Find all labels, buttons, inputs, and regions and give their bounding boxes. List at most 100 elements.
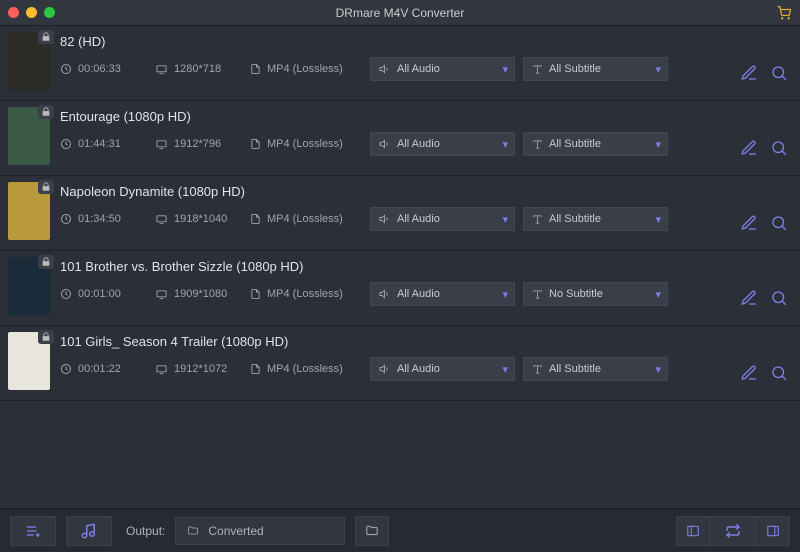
text-icon bbox=[532, 214, 543, 225]
format-value: MP4 (Lossless) bbox=[267, 213, 343, 225]
chevron-down-icon: ▾ bbox=[655, 138, 661, 151]
thumbnail[interactable] bbox=[8, 257, 50, 315]
speaker-icon bbox=[379, 213, 391, 225]
monitor-icon bbox=[155, 214, 168, 225]
lock-icon bbox=[38, 255, 54, 269]
resolution-value: 1918*1040 bbox=[174, 213, 227, 225]
monitor-icon bbox=[155, 364, 168, 375]
clock-icon bbox=[60, 288, 72, 300]
file-icon bbox=[250, 363, 261, 375]
browse-output-button[interactable] bbox=[355, 516, 389, 546]
audio-value: All Audio bbox=[397, 363, 440, 375]
thumbnail[interactable] bbox=[8, 182, 50, 240]
clock-icon bbox=[60, 138, 72, 150]
text-icon bbox=[532, 364, 543, 375]
resolution-value: 1909*1080 bbox=[174, 288, 227, 300]
app-title: DRmare M4V Converter bbox=[0, 6, 800, 20]
clock-icon bbox=[60, 213, 72, 225]
edit-button[interactable] bbox=[740, 214, 758, 232]
text-icon bbox=[532, 289, 543, 300]
edit-button[interactable] bbox=[740, 139, 758, 157]
format-value: MP4 (Lossless) bbox=[267, 288, 343, 300]
chevron-down-icon: ▾ bbox=[502, 213, 508, 226]
subtitle-select[interactable]: All Subtitle ▾ bbox=[523, 357, 668, 381]
search-button[interactable] bbox=[770, 289, 788, 307]
format-value: MP4 (Lossless) bbox=[267, 63, 343, 75]
chevron-down-icon: ▾ bbox=[655, 288, 661, 301]
monitor-icon bbox=[155, 64, 168, 75]
video-title: Entourage (1080p HD) bbox=[60, 109, 730, 124]
speaker-icon bbox=[379, 138, 391, 150]
close-window-button[interactable] bbox=[8, 7, 19, 18]
thumbnail[interactable] bbox=[8, 332, 50, 390]
duration-value: 01:34:50 bbox=[78, 213, 121, 225]
chevron-down-icon: ▾ bbox=[655, 363, 661, 376]
audio-select[interactable]: All Audio ▾ bbox=[370, 57, 515, 81]
maximize-window-button[interactable] bbox=[44, 7, 55, 18]
text-icon bbox=[532, 64, 543, 75]
audio-select[interactable]: All Audio ▾ bbox=[370, 282, 515, 306]
resolution-value: 1912*796 bbox=[174, 138, 221, 150]
file-icon bbox=[250, 63, 261, 75]
audio-select[interactable]: All Audio ▾ bbox=[370, 132, 515, 156]
subtitle-select[interactable]: All Subtitle ▾ bbox=[523, 207, 668, 231]
audio-select[interactable]: All Audio ▾ bbox=[370, 357, 515, 381]
video-title: 101 Brother vs. Brother Sizzle (1080p HD… bbox=[60, 259, 730, 274]
video-row: 101 Girls_ Season 4 Trailer (1080p HD) 0… bbox=[0, 326, 800, 401]
search-button[interactable] bbox=[770, 64, 788, 82]
lock-icon bbox=[38, 30, 54, 44]
minimize-window-button[interactable] bbox=[26, 7, 37, 18]
cart-icon[interactable] bbox=[776, 6, 792, 20]
footer-bar: Output: Converted bbox=[0, 508, 800, 552]
video-list: 82 (HD) 00:06:33 1280*718 MP4 (Lossless)… bbox=[0, 26, 800, 508]
output-path-field[interactable]: Converted bbox=[175, 517, 345, 545]
search-button[interactable] bbox=[770, 139, 788, 157]
monitor-icon bbox=[155, 289, 168, 300]
edit-button[interactable] bbox=[740, 64, 758, 82]
speaker-icon bbox=[379, 288, 391, 300]
convert-button[interactable] bbox=[710, 516, 756, 546]
chevron-down-icon: ▾ bbox=[502, 138, 508, 151]
right-panel-button[interactable] bbox=[756, 516, 790, 546]
video-row: 82 (HD) 00:06:33 1280*718 MP4 (Lossless)… bbox=[0, 26, 800, 101]
search-button[interactable] bbox=[770, 364, 788, 382]
subtitle-select[interactable]: All Subtitle ▾ bbox=[523, 132, 668, 156]
monitor-icon bbox=[155, 139, 168, 150]
speaker-icon bbox=[379, 63, 391, 75]
output-label: Output: bbox=[126, 524, 165, 538]
output-path-value: Converted bbox=[208, 524, 263, 538]
audio-select[interactable]: All Audio ▾ bbox=[370, 207, 515, 231]
left-panel-button[interactable] bbox=[676, 516, 710, 546]
clock-icon bbox=[60, 63, 72, 75]
subtitle-select[interactable]: No Subtitle ▾ bbox=[523, 282, 668, 306]
clock-icon bbox=[60, 363, 72, 375]
add-list-button[interactable] bbox=[10, 516, 56, 546]
resolution-value: 1280*718 bbox=[174, 63, 221, 75]
file-icon bbox=[250, 213, 261, 225]
search-button[interactable] bbox=[770, 214, 788, 232]
subtitle-value: All Subtitle bbox=[549, 63, 601, 75]
window-controls bbox=[8, 7, 55, 18]
edit-button[interactable] bbox=[740, 364, 758, 382]
video-title: 82 (HD) bbox=[60, 34, 730, 49]
video-title: Napoleon Dynamite (1080p HD) bbox=[60, 184, 730, 199]
video-row: Napoleon Dynamite (1080p HD) 01:34:50 19… bbox=[0, 176, 800, 251]
chevron-down-icon: ▾ bbox=[502, 288, 508, 301]
video-title: 101 Girls_ Season 4 Trailer (1080p HD) bbox=[60, 334, 730, 349]
audio-value: All Audio bbox=[397, 63, 440, 75]
duration-value: 01:44:31 bbox=[78, 138, 121, 150]
audio-value: All Audio bbox=[397, 213, 440, 225]
resolution-value: 1912*1072 bbox=[174, 363, 227, 375]
thumbnail[interactable] bbox=[8, 32, 50, 90]
speaker-icon bbox=[379, 363, 391, 375]
chevron-down-icon: ▾ bbox=[655, 213, 661, 226]
format-value: MP4 (Lossless) bbox=[267, 363, 343, 375]
chevron-down-icon: ▾ bbox=[502, 63, 508, 76]
thumbnail[interactable] bbox=[8, 107, 50, 165]
subtitle-value: No Subtitle bbox=[549, 288, 603, 300]
edit-button[interactable] bbox=[740, 289, 758, 307]
subtitle-value: All Subtitle bbox=[549, 138, 601, 150]
subtitle-select[interactable]: All Subtitle ▾ bbox=[523, 57, 668, 81]
add-music-button[interactable] bbox=[66, 516, 112, 546]
subtitle-value: All Subtitle bbox=[549, 363, 601, 375]
